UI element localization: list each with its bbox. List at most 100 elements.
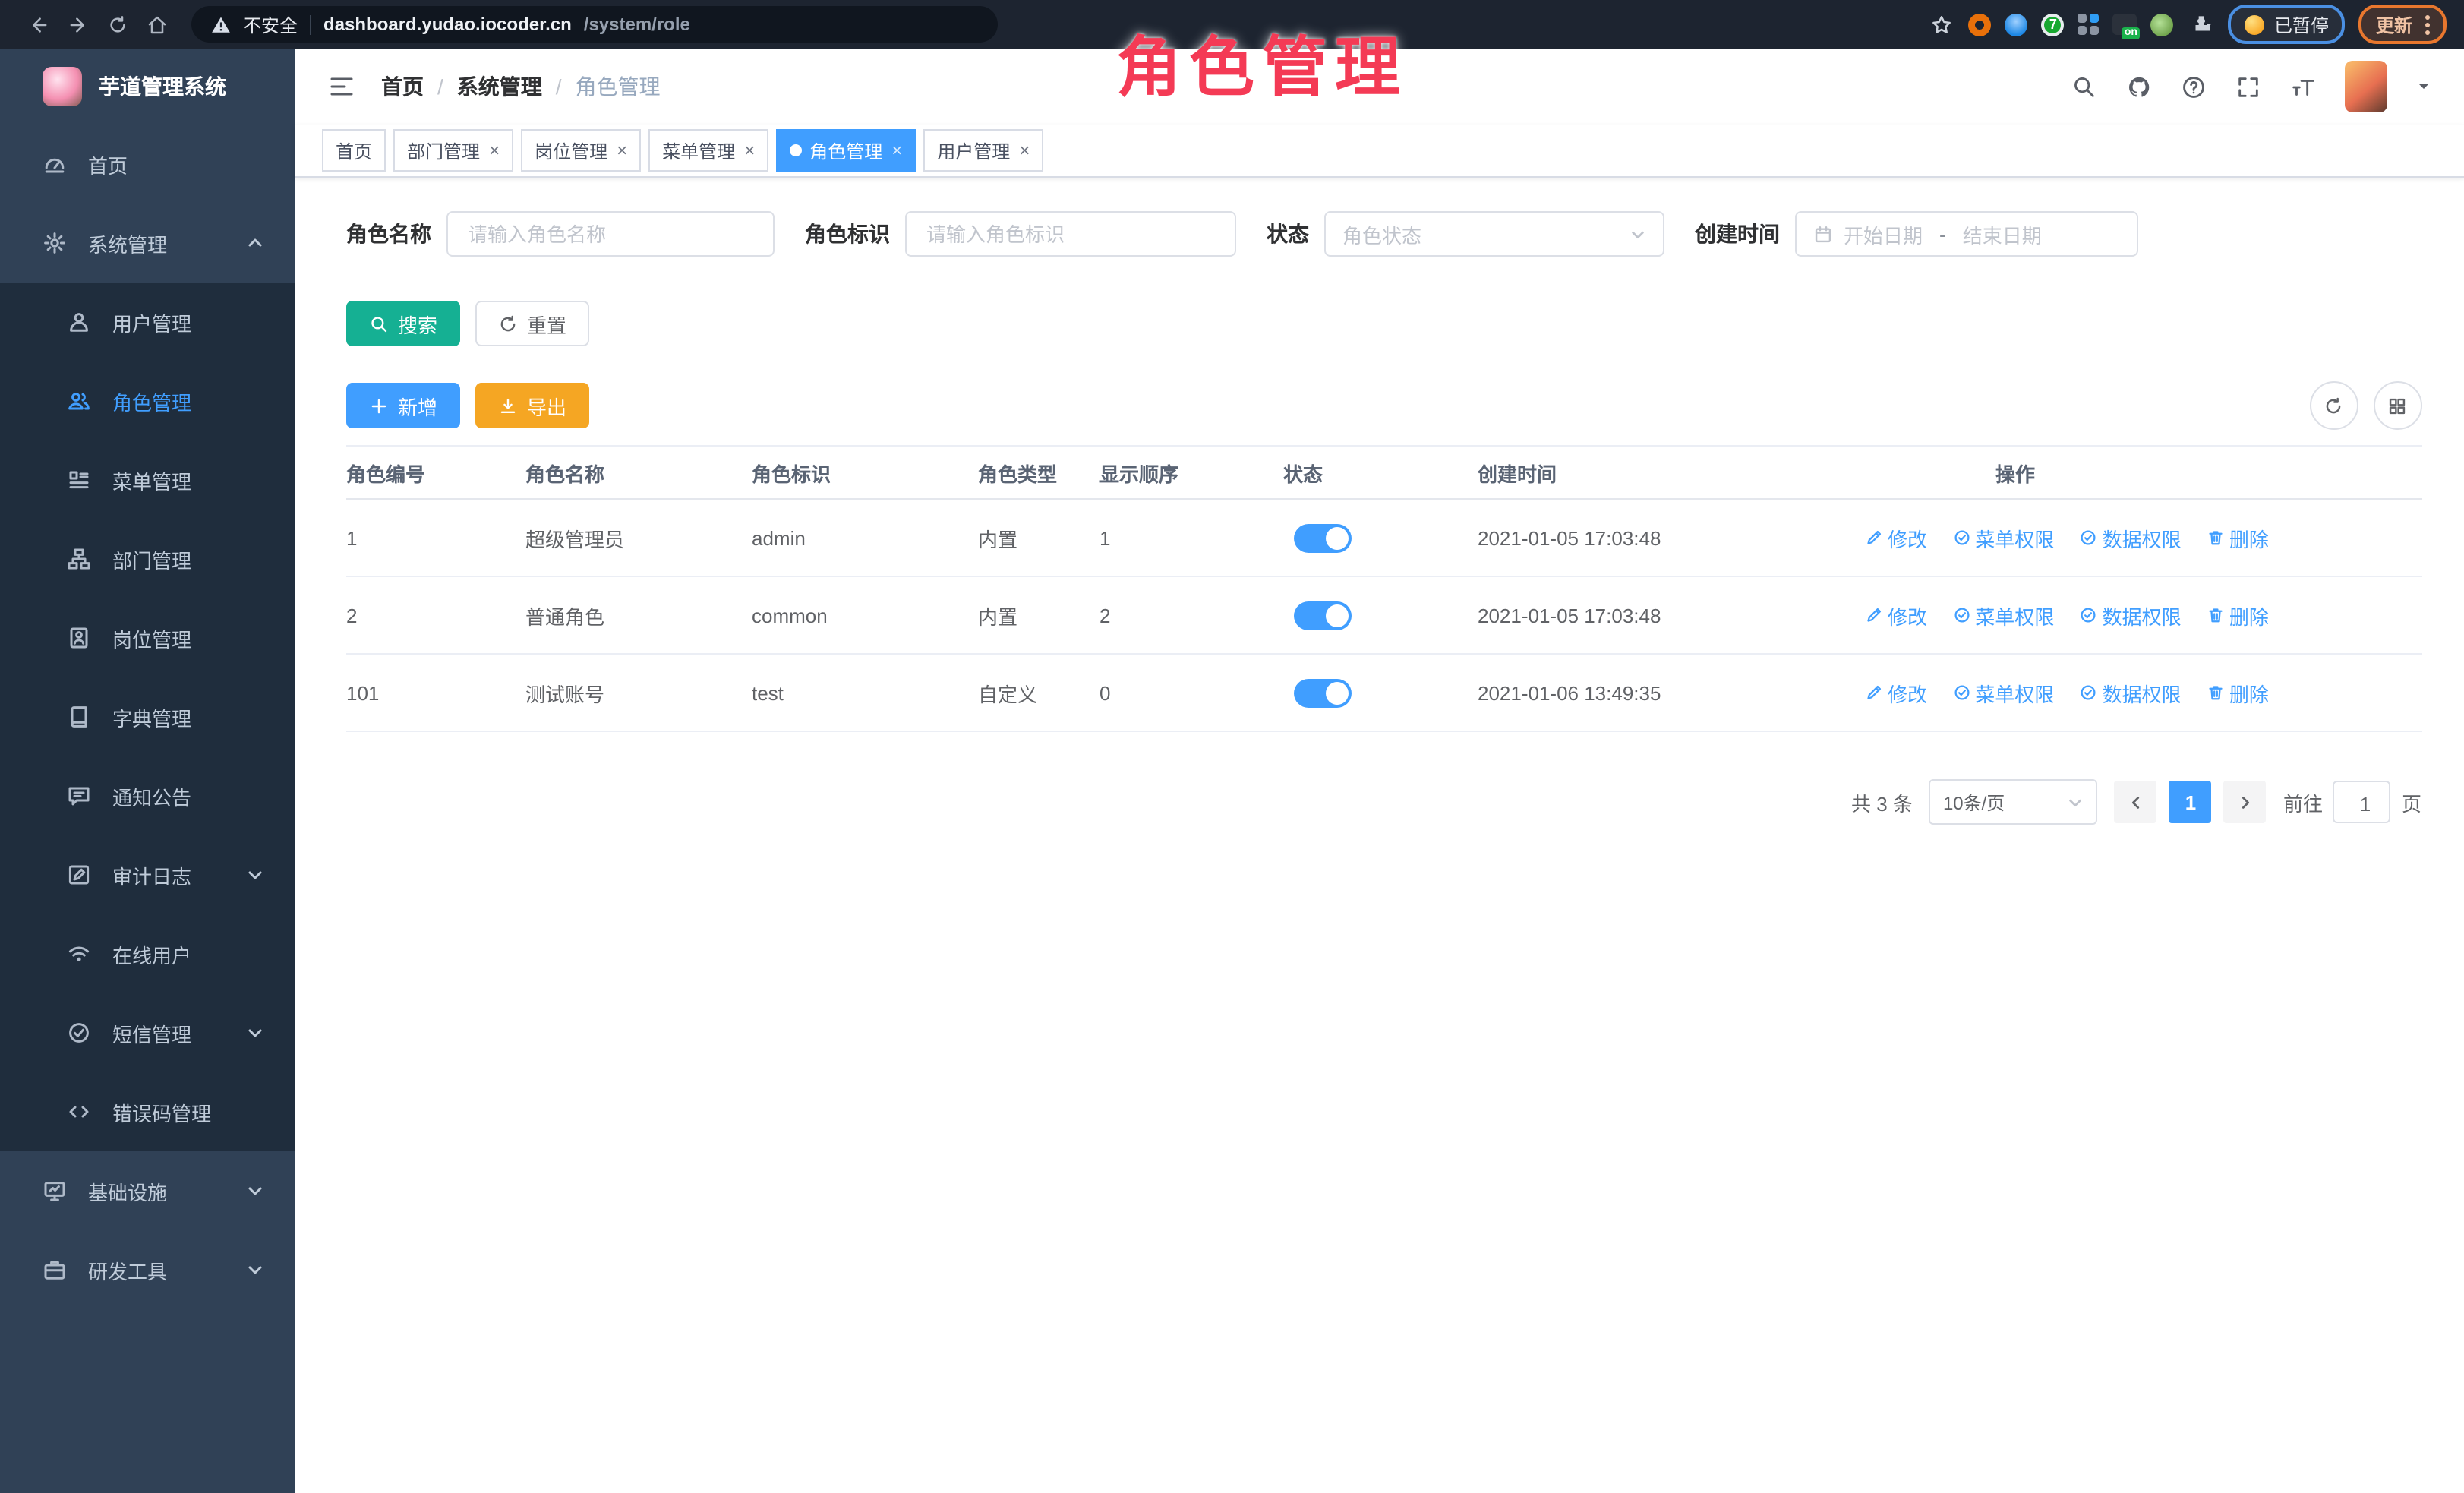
refresh-button[interactable] xyxy=(2309,381,2358,430)
fullscreen-icon[interactable] xyxy=(2235,74,2261,99)
edit-link[interactable]: 修改 xyxy=(1865,678,1927,707)
sidebar-item[interactable]: 在线用户 xyxy=(0,914,295,993)
delete-link[interactable]: 删除 xyxy=(2207,601,2269,630)
col-actions: 操作 xyxy=(1865,446,2421,499)
extension-icon-blue-drop[interactable] xyxy=(2005,13,2028,36)
user-avatar[interactable] xyxy=(2344,61,2387,112)
extension-icon-green[interactable] xyxy=(2151,13,2174,36)
security-label[interactable]: 不安全 xyxy=(243,11,298,37)
reset-button[interactable]: 重置 xyxy=(475,301,589,346)
sidebar-item[interactable]: 菜单管理 xyxy=(0,440,295,519)
tab[interactable]: 首页 xyxy=(322,129,386,172)
profile-sync-paused-button[interactable]: 已暂停 xyxy=(2229,5,2346,44)
range-separator: - xyxy=(1939,223,1946,245)
sidebar-item[interactable]: 岗位管理 xyxy=(0,598,295,677)
delete-link[interactable]: 删除 xyxy=(2207,678,2269,707)
home-icon[interactable] xyxy=(137,11,176,38)
app-logo[interactable]: 芋道管理系统 xyxy=(0,49,295,125)
goto-label: 前往 xyxy=(2283,788,2323,816)
help-icon[interactable] xyxy=(2180,74,2206,99)
kebab-menu-icon[interactable] xyxy=(2425,14,2429,34)
edit-link[interactable]: 修改 xyxy=(1865,601,1927,630)
search-button-row: 搜索 重置 xyxy=(346,301,2421,346)
status-toggle[interactable] xyxy=(1294,523,1352,552)
back-icon[interactable] xyxy=(18,11,58,38)
chevron-icon xyxy=(246,866,264,884)
col-created: 创建时间 xyxy=(1478,446,1865,499)
status-toggle[interactable] xyxy=(1294,678,1352,707)
tab[interactable]: 菜单管理 × xyxy=(648,129,768,172)
tab[interactable]: 角色管理 × xyxy=(776,129,916,172)
tab[interactable]: 部门管理 × xyxy=(393,129,513,172)
tab-close-icon[interactable]: × xyxy=(744,141,755,159)
extension-icon-grid-dots[interactable] xyxy=(2078,14,2100,35)
tab-close-icon[interactable]: × xyxy=(891,141,902,159)
menu-permission-link[interactable]: 菜单权限 xyxy=(1952,601,2054,630)
add-button[interactable]: 新增 xyxy=(346,383,460,428)
breadcrumb-home[interactable]: 首页 xyxy=(381,71,424,102)
sidebar-item[interactable]: 首页 xyxy=(0,125,295,204)
avatar-caret-icon[interactable] xyxy=(2415,79,2431,94)
sidebar-item[interactable]: 系统管理 xyxy=(0,204,295,283)
next-page-button[interactable] xyxy=(2224,781,2267,823)
page-size-value: 10条/页 xyxy=(1943,789,2005,815)
tab[interactable]: 岗位管理 × xyxy=(521,129,641,172)
data-permission-link[interactable]: 数据权限 xyxy=(2080,601,2182,630)
github-icon[interactable] xyxy=(2125,74,2151,99)
address-bar[interactable]: 不安全 dashboard.yudao.iocoder.cn/system/ro… xyxy=(191,6,998,43)
menu-permission-link[interactable]: 菜单权限 xyxy=(1952,523,2054,552)
column-settings-button[interactable] xyxy=(2373,381,2421,430)
extensions-puzzle-icon[interactable] xyxy=(2188,11,2215,38)
export-button[interactable]: 导出 xyxy=(475,383,589,428)
forward-icon[interactable] xyxy=(58,11,97,38)
extension-icon-orange[interactable] xyxy=(1969,13,1992,36)
annotation-overlay: 角色管理 xyxy=(1116,15,1408,109)
font-size-icon[interactable] xyxy=(2289,74,2315,99)
delete-link[interactable]: 删除 xyxy=(2207,523,2269,552)
page-number-button[interactable]: 1 xyxy=(2169,781,2212,823)
data-permission-link[interactable]: 数据权限 xyxy=(2080,523,2182,552)
sidebar-item[interactable]: 基础设施 xyxy=(0,1151,295,1230)
table-row: 101 测试账号 test 自定义 0 2021-01-06 13:49:35 … xyxy=(346,654,2421,731)
sidebar-item[interactable]: 用户管理 xyxy=(0,283,295,361)
role-name-input[interactable] xyxy=(446,211,775,257)
prev-page-button[interactable] xyxy=(2115,781,2157,823)
edit-link[interactable]: 修改 xyxy=(1865,523,1927,552)
page-size-select[interactable]: 10条/页 xyxy=(1929,779,2098,825)
browser-update-button[interactable]: 更新 xyxy=(2359,5,2446,44)
search-button[interactable]: 搜索 xyxy=(346,301,460,346)
hamburger-icon[interactable] xyxy=(328,73,355,100)
status-toggle[interactable] xyxy=(1294,601,1352,630)
tab-close-icon[interactable]: × xyxy=(1019,141,1030,159)
table-tools xyxy=(2309,381,2421,430)
tab-close-icon[interactable]: × xyxy=(489,141,500,159)
sidebar-item[interactable]: 角色管理 xyxy=(0,361,295,440)
tab[interactable]: 用户管理 × xyxy=(923,129,1043,172)
page-suffix: 页 xyxy=(2402,788,2421,816)
goto-page-input[interactable] xyxy=(2333,781,2391,823)
role-key-input[interactable] xyxy=(905,211,1236,257)
sidebar-item[interactable]: 字典管理 xyxy=(0,677,295,756)
role-name-input-field[interactable] xyxy=(465,221,756,247)
tab-close-icon[interactable]: × xyxy=(617,141,627,159)
sidebar-item-label: 研发工具 xyxy=(88,1255,167,1284)
sidebar-item[interactable]: 部门管理 xyxy=(0,519,295,598)
sidebar-item[interactable]: 错误码管理 xyxy=(0,1072,295,1151)
extension-icon-on-badge[interactable]: on xyxy=(2113,14,2137,35)
sidebar-item[interactable]: 通知公告 xyxy=(0,756,295,835)
data-permission-link[interactable]: 数据权限 xyxy=(2080,678,2182,707)
bookmark-star-icon[interactable] xyxy=(1928,11,1955,38)
breadcrumb-system[interactable]: 系统管理 xyxy=(457,71,542,102)
sidebar-item[interactable]: 审计日志 xyxy=(0,835,295,914)
date-range-picker[interactable]: 开始日期 - 结束日期 xyxy=(1795,211,2138,257)
status-select[interactable]: 角色状态 xyxy=(1324,211,1664,257)
search-icon[interactable] xyxy=(2071,74,2096,99)
goto-page-input-field[interactable] xyxy=(2335,782,2396,825)
sidebar-item[interactable]: 短信管理 xyxy=(0,993,295,1072)
extension-icon-green-seven[interactable]: 7 xyxy=(2042,13,2065,36)
cell-actions: 修改 菜单权限 数据权限 删除 xyxy=(1865,654,2421,731)
sidebar-item[interactable]: 研发工具 xyxy=(0,1230,295,1309)
role-key-input-field[interactable] xyxy=(923,221,1218,247)
reload-icon[interactable] xyxy=(97,11,137,38)
menu-permission-link[interactable]: 菜单权限 xyxy=(1952,678,2054,707)
